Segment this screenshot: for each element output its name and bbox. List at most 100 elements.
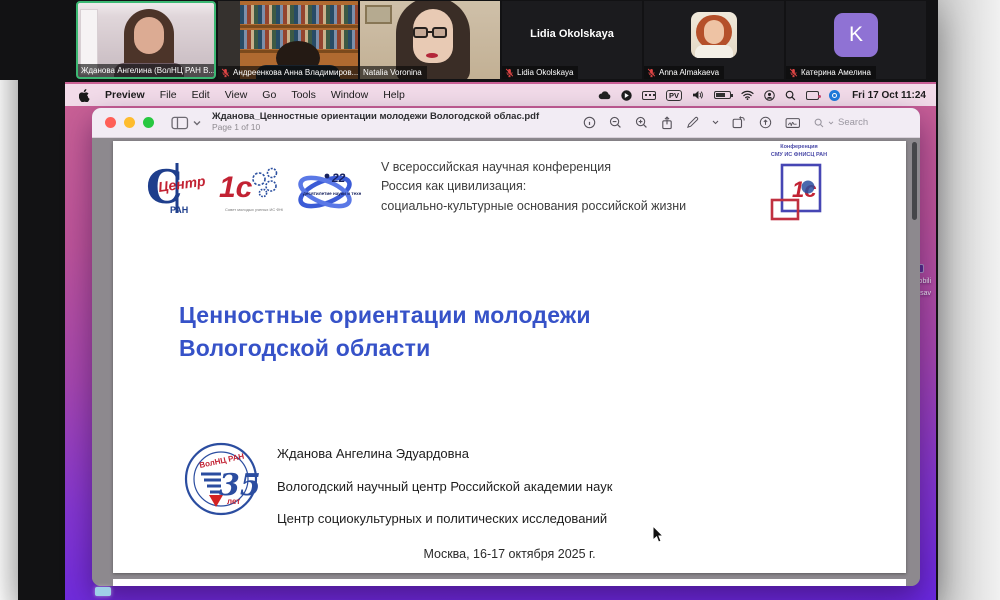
menu-help[interactable]: Help xyxy=(383,89,405,101)
preview-titlebar[interactable]: Жданова_Ценностные ориентации молодежи В… xyxy=(92,108,920,138)
menu-preview[interactable]: Preview xyxy=(105,89,145,101)
conference-title: V всероссийская научная конференция Росс… xyxy=(381,158,751,216)
menu-edit[interactable]: Edit xyxy=(192,89,210,101)
volnc-ran-35-logo: ВолНЦ РАН 35 лет xyxy=(183,441,259,522)
onec-mark: 1с xyxy=(219,171,253,204)
zoom-out-icon[interactable] xyxy=(609,116,622,129)
participant-tile-zhdanova[interactable]: Жданова Ангелина (ВолНЦ РАН В... xyxy=(76,1,216,79)
fnisc-ran-logo: C Центр РАН xyxy=(146,161,206,222)
participant-tile-andreenkova[interactable]: Андреенкова Анна Владимиров... xyxy=(218,1,358,79)
search-placeholder: Search xyxy=(838,117,868,128)
screenshot-root: Жданова Ангелина (ВолНЦ РАН В... Андреен… xyxy=(0,0,1000,600)
volume-icon[interactable] xyxy=(692,90,704,100)
participant-name: Жданова Ангелина (ВолНЦ РАН В... xyxy=(81,65,214,76)
participant-name: Андреенкова Анна Владимиров... xyxy=(233,67,358,78)
participant-tile-amelina[interactable]: K Катерина Амелина xyxy=(786,1,926,79)
art-lips xyxy=(426,53,438,58)
zoom-meeting-window: Жданова Ангелина (ВолНЦ РАН В... Андреен… xyxy=(18,0,938,600)
participant-name-tag: Lidia Okolskaya xyxy=(502,66,578,79)
participant-display-name: Lidia Okolskaya xyxy=(502,28,642,40)
conference-line-2: Россия как цивилизация: xyxy=(381,177,751,196)
menu-window[interactable]: Window xyxy=(331,89,368,101)
art-books xyxy=(240,5,358,24)
preview-toolbar: Search xyxy=(583,116,920,130)
menu-view[interactable]: View xyxy=(225,89,248,101)
screen-record-indicator-icon[interactable] xyxy=(829,90,840,101)
art-shelf xyxy=(240,25,358,28)
author-name: Жданова Ангелина Эдуардовна xyxy=(277,446,612,461)
pdf-scroll-area[interactable]: C Центр РАН 1с xyxy=(92,138,920,586)
sidebar-toggle[interactable] xyxy=(171,116,201,130)
participant-name-tag: Жданова Ангелина (ВолНЦ РАН В... xyxy=(78,64,214,77)
art-glasses xyxy=(432,27,447,38)
pv-badge-icon[interactable]: PV xyxy=(666,90,682,101)
participant-name-tag: Anna Almakaeva xyxy=(644,66,724,79)
close-button[interactable] xyxy=(105,117,116,128)
screen-mirroring-icon[interactable] xyxy=(806,91,819,100)
strip-corner-fill xyxy=(0,0,18,80)
art-picture-frame xyxy=(365,5,392,24)
art-face xyxy=(704,20,724,44)
participant-name: Natalia Voronina xyxy=(363,67,422,78)
participant-tile-okolskaya[interactable]: Lidia Okolskaya Lidia Okolskaya xyxy=(502,1,642,79)
rotate-icon[interactable] xyxy=(732,116,746,129)
minimize-button[interactable] xyxy=(124,117,135,128)
pdf-page-1: C Центр РАН 1с xyxy=(113,141,906,573)
menubar-status-icons: PV Fri 17 Oct 11:24 xyxy=(597,90,936,101)
conference-line-1: V всероссийская научная конференция xyxy=(381,158,751,177)
decade-caption: десятилетие науки и технологий xyxy=(303,190,361,196)
markup-pencil-icon[interactable] xyxy=(686,116,699,129)
shared-screen: Preview File Edit View Go Tools Window H… xyxy=(65,82,936,600)
scrollbar-thumb[interactable] xyxy=(912,142,917,220)
macos-menubar: Preview File Edit View Go Tools Window H… xyxy=(65,84,936,106)
smu-logo: 1с Совет молодых ученых ИС ФНИСЦ РАН xyxy=(219,161,283,224)
volnc-badge-years: лет xyxy=(227,497,240,506)
participant-name: Катерина Амелина xyxy=(801,67,871,78)
participant-name-tag: Natalia Voronina xyxy=(360,66,427,79)
account-icon[interactable] xyxy=(764,90,775,101)
wifi-icon[interactable] xyxy=(741,90,754,100)
participant-tile-voronina[interactable]: Natalia Voronina xyxy=(360,1,500,79)
conference-line-3: социально-культурные основания российско… xyxy=(381,197,751,216)
menu-file[interactable]: File xyxy=(160,89,177,101)
signature-icon[interactable] xyxy=(785,117,801,129)
desktop-file-label[interactable]: .sav xyxy=(918,290,931,297)
avatar xyxy=(691,12,737,58)
battery-icon[interactable] xyxy=(714,91,731,99)
decade-of-science-logo: 22 десятилетие науки и технологий xyxy=(291,167,361,222)
art-glasses xyxy=(413,27,428,38)
app-menus: Preview File Edit View Go Tools Window H… xyxy=(65,89,405,102)
mic-muted-icon xyxy=(789,68,798,78)
mic-muted-icon xyxy=(647,68,656,78)
participant-tile-almakaeva[interactable]: Anna Almakaeva xyxy=(644,1,784,79)
zoom-in-icon[interactable] xyxy=(635,116,648,129)
menubar-clock[interactable]: Fri 17 Oct 11:24 xyxy=(850,90,926,101)
document-title: Жданова_Ценностные ориентации молодежи В… xyxy=(212,112,539,123)
search-input[interactable]: Search xyxy=(814,117,906,128)
markup-chevron-down-icon[interactable] xyxy=(712,120,719,125)
conference-org-logo: Конференция СМУ ИС ФНИСЦ РАН 1с xyxy=(756,143,842,230)
apple-icon[interactable] xyxy=(79,89,90,102)
menu-tools[interactable]: Tools xyxy=(291,89,316,101)
desktop-file-label[interactable]: obili xyxy=(919,278,931,285)
mic-muted-icon xyxy=(221,68,230,78)
highlight-circle-icon[interactable] xyxy=(759,116,772,129)
keyboard-icon[interactable] xyxy=(642,91,656,100)
app-circle-icon[interactable] xyxy=(621,90,632,101)
zoom-button[interactable] xyxy=(143,117,154,128)
slide-title: Ценностные ориентации молодежи Вологодск… xyxy=(179,299,591,366)
org-logo-caption-1: Конференция xyxy=(756,143,842,151)
mouse-cursor xyxy=(652,525,665,544)
fnisc-logo-sub: РАН xyxy=(170,205,188,215)
slide-title-line-2: Вологодской области xyxy=(179,332,591,365)
share-icon[interactable] xyxy=(661,116,673,130)
search-icon[interactable] xyxy=(785,90,796,101)
pdf-page-2-edge xyxy=(113,579,906,586)
cloud-icon[interactable] xyxy=(597,90,611,100)
decade-number: 22 xyxy=(331,171,346,185)
info-icon[interactable] xyxy=(583,116,596,129)
participant-name: Anna Almakaeva xyxy=(659,67,719,78)
smu-caption: Совет молодых ученых ИС ФНИСЦ РАН xyxy=(225,207,283,212)
slide-date-location: Москва, 16-17 октября 2025 г. xyxy=(113,547,906,561)
menu-go[interactable]: Go xyxy=(262,89,276,101)
